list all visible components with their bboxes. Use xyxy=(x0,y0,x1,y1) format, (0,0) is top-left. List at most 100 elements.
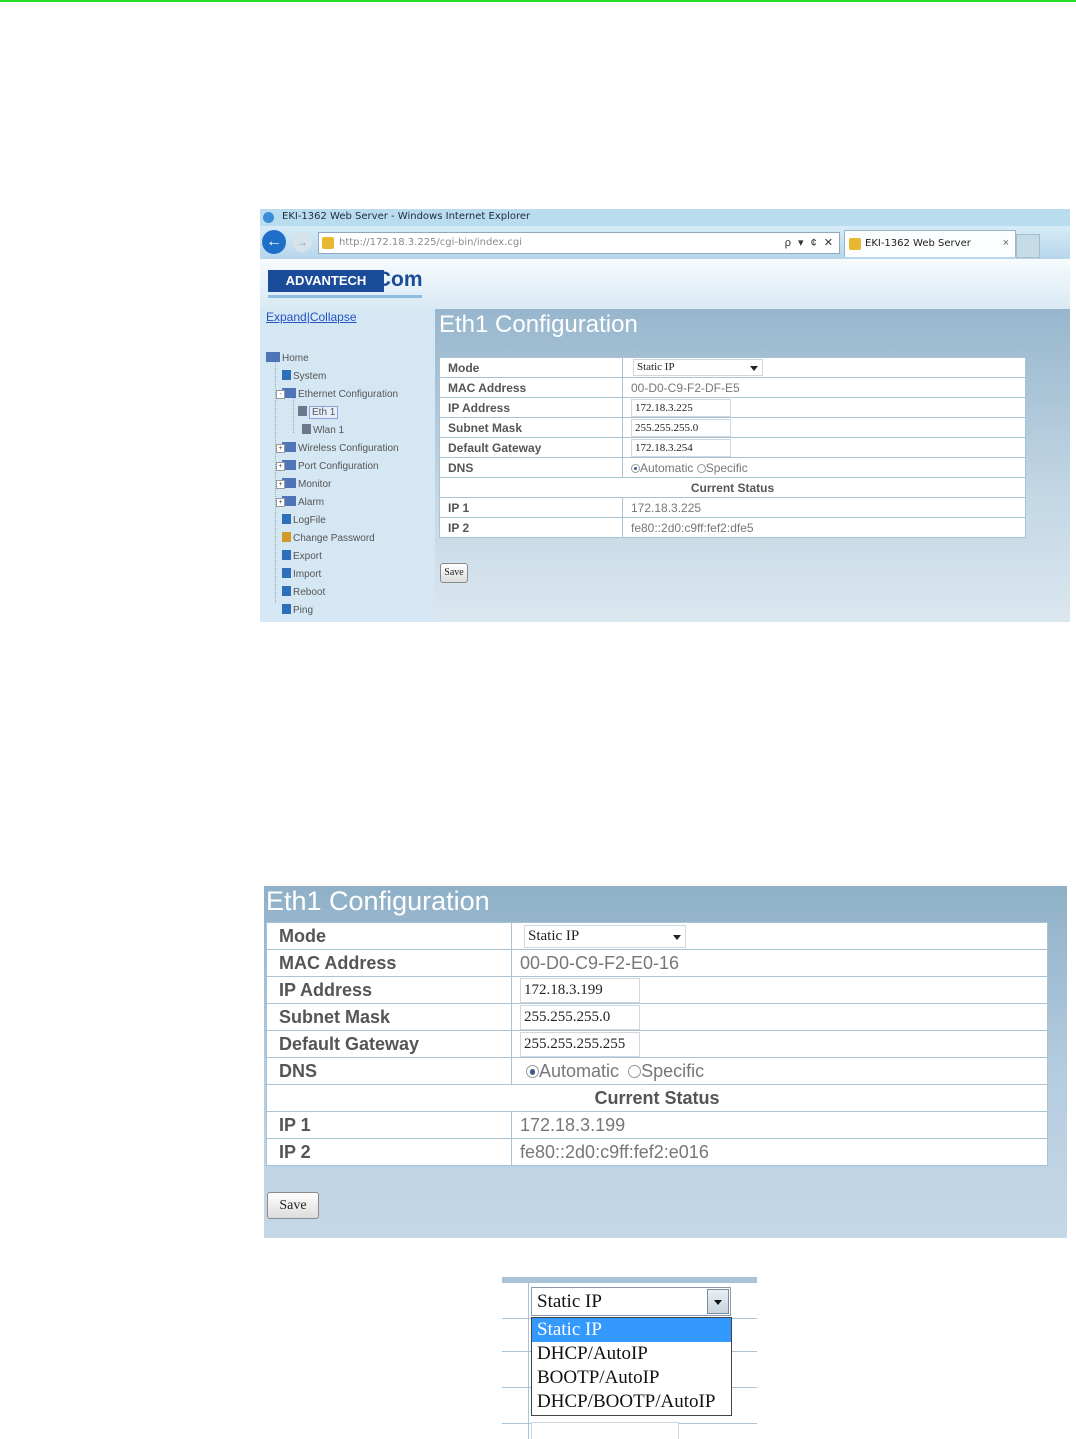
sidebar-item-system[interactable]: System xyxy=(282,370,326,384)
subnet-mask-input[interactable]: 255.255.255.0 xyxy=(520,1004,640,1030)
page-top-rule xyxy=(0,0,1076,2)
mode-cell: Static IP xyxy=(622,357,1026,378)
sidebar-item-label: Reboot xyxy=(293,587,326,598)
ip-address-input[interactable]: 172.18.3.199 xyxy=(520,977,640,1003)
page-icon xyxy=(282,514,291,524)
ip-cell: 172.18.3.199 xyxy=(511,976,1048,1004)
sidebar-item-reboot[interactable]: Reboot xyxy=(282,586,325,600)
ip2-value: fe80::2d0:c9ff:fef2:dfe5 xyxy=(622,517,1026,538)
sidebar-item-ping[interactable]: Ping xyxy=(282,604,313,618)
dns-specific-radio[interactable] xyxy=(628,1065,642,1079)
collapse-toggle-icon[interactable]: - xyxy=(276,390,285,399)
browser-tab[interactable]: EKI-1362 Web Server × xyxy=(844,230,1016,257)
mode-select[interactable]: Static IP xyxy=(524,925,686,948)
expand-toggle-icon[interactable]: + xyxy=(276,444,285,453)
ip1-label: IP 1 xyxy=(439,497,623,518)
sidebar-item-change-password[interactable]: Change Password xyxy=(282,532,375,546)
default-gateway-input[interactable]: 172.18.3.254 xyxy=(631,438,731,457)
dns-automatic-radio[interactable] xyxy=(526,1065,539,1079)
ip1-label: IP 1 xyxy=(266,1111,512,1139)
forward-arrow-icon[interactable]: → xyxy=(292,232,312,252)
sidebar-item-logfile[interactable]: LogFile xyxy=(282,514,326,528)
sidebar-item-label: Import xyxy=(293,569,322,580)
new-tab-button[interactable] xyxy=(1016,234,1040,258)
dropdown-arrow-icon[interactable] xyxy=(707,1289,729,1314)
sidebar-item-wireless-configuration[interactable]: + Wireless Configuration xyxy=(276,442,399,456)
dns-label: DNS xyxy=(266,1057,512,1085)
sidebar-item-label: Export xyxy=(293,551,322,562)
ip-address-input[interactable]: 172.18.3.225 xyxy=(631,398,731,417)
sidebar-item-eth1[interactable]: Eth 1 xyxy=(298,406,339,420)
mac-label: MAC Address xyxy=(439,377,623,398)
table-row: IP 1 172.18.3.199 xyxy=(266,1111,1048,1139)
gateway-label: Default Gateway xyxy=(439,437,623,458)
back-arrow-icon[interactable]: ← xyxy=(262,230,286,254)
tab-close-icon[interactable]: × xyxy=(1003,237,1009,249)
table-row: Mode Static IP xyxy=(439,357,1026,378)
sidebar-item-label: Change Password xyxy=(293,533,375,544)
gateway-label: Default Gateway xyxy=(266,1030,512,1058)
sidebar-item-home[interactable]: Home xyxy=(266,352,309,366)
table-row: IP 1 172.18.3.225 xyxy=(439,497,1026,518)
window-titlebar: EKI-1362 Web Server - Windows Internet E… xyxy=(260,209,1070,226)
sidebar-item-port-configuration[interactable]: + Port Configuration xyxy=(276,460,379,474)
save-button[interactable]: Save xyxy=(267,1192,319,1219)
mode-options-list: Static IP DHCP/AutoIP BOOTP/AutoIP DHCP/… xyxy=(531,1317,732,1416)
mode-select-value: Static IP xyxy=(537,1291,602,1312)
address-url[interactable]: http://172.18.3.225/cgi-bin/index.cgi xyxy=(339,237,522,248)
sidebar-item-monitor[interactable]: + Monitor xyxy=(276,478,331,492)
dns-specific-radio[interactable] xyxy=(696,463,706,473)
mac-label: MAC Address xyxy=(266,949,512,977)
mode-select-value: Static IP xyxy=(528,928,580,944)
subnet-cell: 255.255.255.0 xyxy=(511,1003,1048,1031)
dns-automatic-radio[interactable] xyxy=(631,463,640,473)
sidebar-item-alarm[interactable]: + Alarm xyxy=(276,496,324,510)
default-gateway-input[interactable]: 255.255.255.255 xyxy=(520,1031,640,1057)
save-button[interactable]: Save xyxy=(440,563,468,583)
sidebar-item-export[interactable]: Export xyxy=(282,550,322,564)
option-bootp-autoip[interactable]: BOOTP/AutoIP xyxy=(532,1366,731,1390)
collapse-link[interactable]: Collapse xyxy=(310,310,357,324)
table-row: Mode Static IP xyxy=(266,922,1048,950)
sidebar-item-import[interactable]: Import xyxy=(282,568,321,582)
window-title: EKI-1362 Web Server - Windows Internet E… xyxy=(282,211,531,222)
export-icon xyxy=(282,550,291,560)
option-dhcp-bootp-autoip[interactable]: DHCP/BOOTP/AutoIP xyxy=(532,1390,731,1414)
address-controls[interactable]: ρ ▾ ¢ ✕ xyxy=(785,236,835,249)
eth1-config-table: Mode Static IP MAC Address 00-D0-C9-F2-E… xyxy=(266,922,1048,1166)
table-row-line xyxy=(502,1318,532,1319)
option-static-ip[interactable]: Static IP xyxy=(532,1318,731,1342)
sidebar-item-label: Ethernet Configuration xyxy=(298,389,399,400)
mode-select[interactable]: Static IP xyxy=(531,1287,731,1316)
header-banner: ADVANTECH iCom xyxy=(260,259,1070,309)
ip-cell: 172.18.3.225 xyxy=(622,397,1026,418)
expand-toggle-icon[interactable]: + xyxy=(276,498,285,507)
mode-label: Mode xyxy=(266,922,512,950)
ie-icon xyxy=(263,212,274,223)
dns-cell: Automatic Specific xyxy=(622,457,1026,478)
table-row: Subnet Mask 255.255.255.0 xyxy=(439,417,1026,438)
expand-toggle-icon[interactable]: + xyxy=(276,462,285,471)
sidebar-item-label: Wireless Configuration xyxy=(298,443,399,454)
table-column-line xyxy=(528,1283,529,1439)
sidebar: Expand|Collapse Home System - Ethernet Co… xyxy=(260,309,435,622)
table-row: Current Status xyxy=(266,1084,1048,1112)
page-icon xyxy=(282,370,291,380)
option-dhcp-autoip[interactable]: DHCP/AutoIP xyxy=(532,1342,731,1366)
table-row-line xyxy=(731,1387,757,1388)
expand-link[interactable]: Expand xyxy=(266,310,307,324)
chevron-down-icon xyxy=(673,934,681,940)
page-title: Eth1 Configuration xyxy=(266,886,490,916)
table-row: Current Status xyxy=(439,477,1026,498)
mode-select[interactable]: Static IP xyxy=(633,359,763,376)
reboot-icon xyxy=(282,586,291,596)
chevron-down-icon xyxy=(750,365,758,371)
ip2-label: IP 2 xyxy=(439,517,623,538)
expand-toggle-icon[interactable]: + xyxy=(276,480,285,489)
sidebar-item-label: Home xyxy=(282,353,309,364)
address-bar[interactable]: http://172.18.3.225/cgi-bin/index.cgi ρ … xyxy=(318,232,840,254)
dns-label: DNS xyxy=(439,457,623,478)
subnet-mask-input[interactable]: 255.255.255.0 xyxy=(631,418,731,437)
sidebar-item-wlan1[interactable]: Wlan 1 xyxy=(302,424,344,438)
sidebar-item-ethernet-configuration[interactable]: - Ethernet Configuration xyxy=(276,388,399,402)
